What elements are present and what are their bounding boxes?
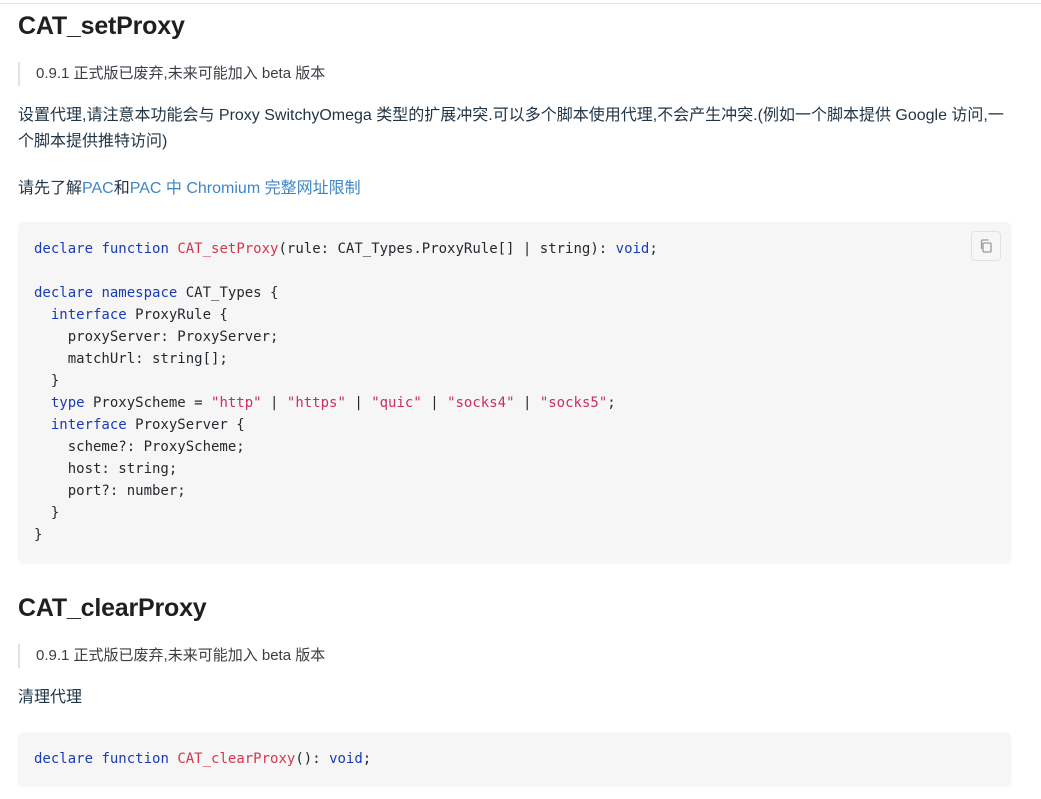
top-divider — [0, 0, 1041, 4]
code-kw-declare: declare — [34, 751, 94, 767]
code-close-brace: } — [50, 505, 60, 521]
code-kw-interface: interface — [50, 307, 127, 323]
read-first-prefix: 请先了解 — [18, 180, 83, 197]
code-field-host: host: string; — [67, 461, 178, 477]
code-block-setproxy: declare function CAT_setProxy(rule: CAT_… — [18, 222, 1011, 563]
code-str-https: "https" — [286, 395, 346, 411]
code-field-scheme: scheme?: ProxyScheme; — [67, 439, 245, 455]
code-semicolon: ; — [362, 751, 372, 767]
code-close-brace: } — [34, 527, 43, 543]
heading-cat-clearproxy: CAT_clearProxy — [18, 594, 207, 622]
code-pipe: | — [345, 395, 372, 411]
code-proxy-server-iface: ProxyServer { — [126, 417, 245, 433]
code-field-proxy-server: proxyServer: ProxyServer; — [67, 329, 279, 345]
code-str-socks4: "socks4" — [447, 395, 515, 411]
code-signature: (): — [295, 751, 330, 767]
code-fn-name: CAT_clearProxy — [177, 751, 296, 767]
deprecation-note: 0.9.1 正式版已废弃,未来可能加入 beta 版本 — [18, 644, 325, 668]
code-signature: (rule: CAT_Types.ProxyRule[] | string): — [278, 241, 616, 257]
code-kw-interface: interface — [50, 417, 127, 433]
heading-cat-setproxy: CAT_setProxy — [18, 12, 185, 40]
code-kw-void: void — [615, 241, 650, 257]
deprecation-note: 0.9.1 正式版已废弃,未来可能加入 beta 版本 — [18, 62, 325, 86]
read-first-and: 和 — [113, 180, 130, 197]
code-kw-declare: declare — [34, 241, 94, 257]
code-semicolon: ; — [607, 395, 616, 411]
code-clearproxy: declare function CAT_clearProxy(): void; — [34, 748, 995, 770]
code-namespace-name: CAT_Types { — [177, 285, 279, 301]
code-str-quic: "quic" — [371, 395, 422, 411]
code-pipe: | — [421, 395, 448, 411]
code-pipe: | — [261, 395, 287, 411]
link-pac[interactable]: PAC — [82, 180, 114, 197]
code-setproxy: declare function CAT_setProxy(rule: CAT_… — [34, 238, 995, 546]
code-kw-function: function — [101, 751, 169, 767]
code-proxy-scheme: ProxyScheme = — [84, 395, 212, 411]
link-pac-chromium-limit[interactable]: PAC 中 Chromium 完整网址限制 — [130, 180, 361, 197]
code-pipe: | — [514, 395, 540, 411]
code-kw-function: function — [101, 241, 169, 257]
code-str-socks5: "socks5" — [539, 395, 608, 411]
code-kw-namespace: namespace — [101, 285, 178, 301]
code-proxy-rule: ProxyRule { — [126, 307, 228, 323]
code-fn-name: CAT_setProxy — [177, 241, 279, 257]
code-field-port: port?: number; — [67, 483, 186, 499]
code-kw-type: type — [50, 395, 85, 411]
read-first-line: 请先了解PAC和PAC 中 Chromium 完整网址限制 — [18, 176, 361, 202]
copy-icon — [980, 239, 992, 253]
copy-code-button[interactable] — [971, 231, 1001, 261]
clearproxy-description: 清理代理 — [18, 689, 83, 706]
code-close-brace: } — [50, 373, 60, 389]
code-block-clearproxy: declare function CAT_clearProxy(): void; — [18, 732, 1011, 786]
code-semicolon: ; — [649, 241, 658, 257]
code-str-http: "http" — [211, 395, 262, 411]
code-kw-declare: declare — [34, 285, 94, 301]
code-field-match-url: matchUrl: string[]; — [67, 351, 228, 367]
setproxy-description: 设置代理,请注意本功能会与 Proxy SwitchyOmega 类型的扩展冲突… — [18, 107, 1004, 150]
code-kw-void: void — [329, 751, 363, 767]
